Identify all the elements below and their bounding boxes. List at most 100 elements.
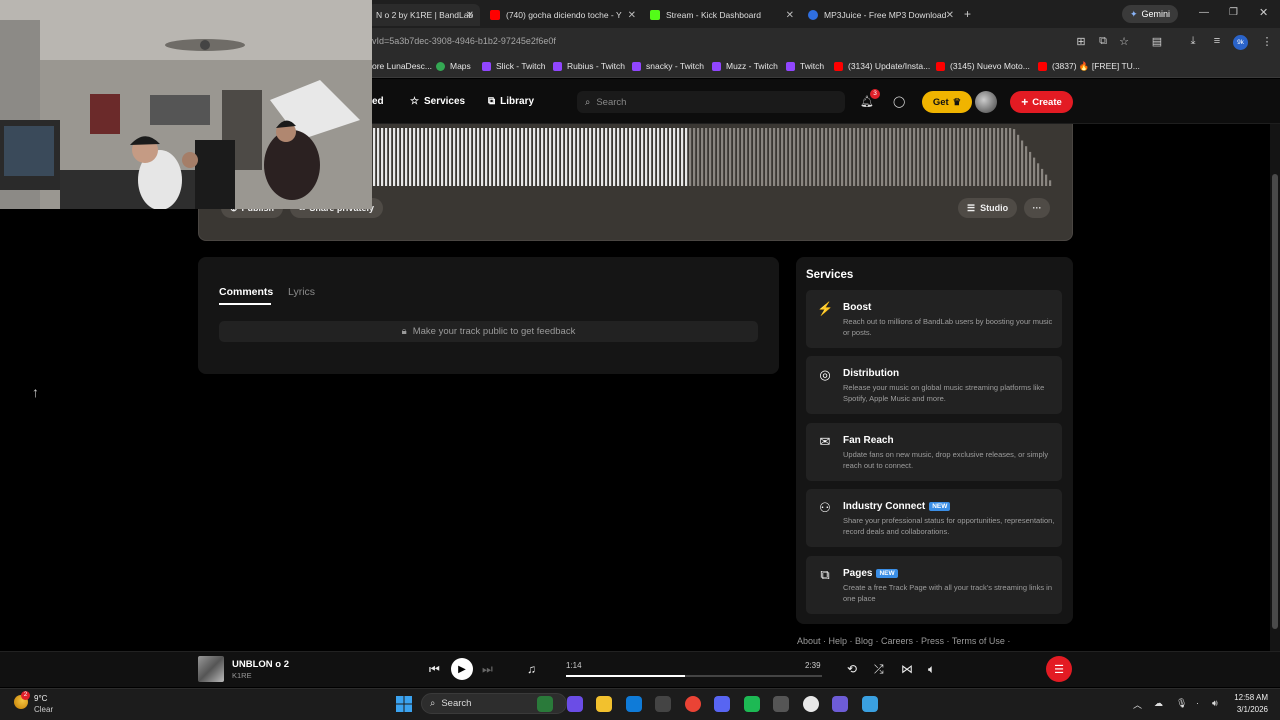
obs-icon[interactable] xyxy=(832,696,848,712)
nav-feed[interactable]: ed xyxy=(372,96,384,107)
edge-icon[interactable] xyxy=(625,696,642,712)
bookmark-item[interactable]: snacky - Twitch xyxy=(632,61,704,71)
bookmark-item[interactable]: (3837) 🔥 [FREE] TU... xyxy=(1038,61,1140,72)
microphone-icon[interactable]: 🎙︎ xyxy=(1176,698,1187,709)
chrome-icon[interactable] xyxy=(684,696,701,712)
bookmark-item[interactable]: Muzz - Twitch xyxy=(712,61,778,71)
player-artist[interactable]: K1RE xyxy=(232,671,252,680)
service-pages[interactable]: ⧉ Pages NEW Create a free Track Page with… xyxy=(806,556,1062,614)
tab-lyrics[interactable]: Lyrics xyxy=(288,286,315,298)
media-icon[interactable]: ≡ xyxy=(1210,35,1224,47)
speed-icon[interactable]: ⋈ xyxy=(901,662,913,676)
download-icon[interactable]: ⤓ xyxy=(1186,35,1200,48)
close-icon[interactable]: ✕ xyxy=(946,10,954,21)
bookmark-item[interactable]: Maps xyxy=(436,61,471,71)
get-membership-button[interactable]: Get ♛ xyxy=(922,91,972,113)
waveform-bar xyxy=(929,128,932,186)
search-input[interactable]: ⌕ Search xyxy=(577,91,845,113)
track-cover[interactable] xyxy=(198,656,224,682)
next-icon[interactable]: ⏭︎ xyxy=(482,662,493,677)
service-fan-reach[interactable]: ✉ Fan Reach Update fans on new music, dr… xyxy=(806,423,1062,481)
tab-mp3juice[interactable]: MP3Juice - Free MP3 Download ✕ xyxy=(800,4,960,26)
close-icon[interactable]: ✕ xyxy=(628,10,636,21)
store-icon[interactable] xyxy=(655,696,671,712)
bookmark-item[interactable]: (3134) Update/Insta... xyxy=(834,61,930,71)
tab-comments[interactable]: Comments xyxy=(219,286,273,298)
repeat-icon[interactable]: ⟲ xyxy=(847,662,857,676)
spotify-icon[interactable] xyxy=(743,696,760,712)
service-title: Distribution xyxy=(843,368,899,379)
gemini-button[interactable]: ✦ Gemini xyxy=(1122,5,1179,23)
translate-icon[interactable]: ⊞ xyxy=(1074,35,1088,48)
player-track-title[interactable]: UNBLON o 2 xyxy=(232,659,289,670)
new-tab-icon[interactable]: + xyxy=(964,7,971,21)
side-panel-icon[interactable]: ▤ xyxy=(1150,35,1164,48)
chrome-active-icon[interactable] xyxy=(802,696,819,712)
previous-icon[interactable]: ⏮︎ xyxy=(429,662,440,677)
menu-icon[interactable]: ⋮ xyxy=(1260,35,1274,48)
arrow-up-icon[interactable]: ↑ xyxy=(32,384,39,400)
profile-avatar[interactable]: 9k xyxy=(1233,35,1248,50)
waveform-bar xyxy=(593,128,596,186)
app-icon[interactable] xyxy=(773,696,789,712)
service-industry-connect[interactable]: ⚇ Industry Connect NEW Share your profess… xyxy=(806,489,1062,547)
footer-links[interactable]: About · Help · Blog · Careers · Press · … xyxy=(797,636,1010,646)
studio-button[interactable]: ☰ Studio xyxy=(958,198,1018,218)
copilot-icon[interactable] xyxy=(566,696,583,712)
close-icon[interactable]: ✕ xyxy=(466,10,474,21)
bookmark-item[interactable]: Twitch xyxy=(786,61,824,71)
play-button[interactable]: ▶︎ xyxy=(451,658,473,680)
weather-temp[interactable]: 9°C xyxy=(34,694,47,703)
restore-icon[interactable]: ❐ xyxy=(1229,7,1238,18)
service-boost[interactable]: ⚡ Boost Reach out to millions of BandLab… xyxy=(806,290,1062,348)
volume-icon[interactable]: 🔈︎ xyxy=(928,662,935,677)
service-desc: Reach out to millions of BandLab users b… xyxy=(843,317,1053,337)
clock-date[interactable]: 3/1/2026 xyxy=(1232,705,1268,714)
discord-icon[interactable] xyxy=(714,696,730,712)
waveform-bar xyxy=(721,128,724,186)
url-field[interactable]: vId=5a3b7dec-3908-4946-b1b2-97245e2f6e0f xyxy=(372,36,556,46)
queue-button[interactable]: ☰ xyxy=(1046,656,1072,682)
install-icon[interactable]: ⧉ xyxy=(1096,35,1110,48)
nav-services[interactable]: ☆ Services xyxy=(410,96,465,107)
close-icon[interactable]: ✕ xyxy=(786,10,794,21)
speaker-icon[interactable]: 🔊︎ xyxy=(1212,698,1218,709)
bookmark-item[interactable]: (3145) Nuevo Moto... xyxy=(936,61,1030,71)
shuffle-icon[interactable]: ⤮ xyxy=(874,662,884,677)
waveform-bar xyxy=(817,128,820,186)
bookmark-label: Twitch xyxy=(800,61,825,71)
waveform-bar xyxy=(893,128,896,186)
widgets-icon[interactable] xyxy=(537,696,553,712)
bookmark-item[interactable]: ore LunaDesc... xyxy=(372,61,432,71)
clock-time[interactable]: 12:58 AM xyxy=(1232,693,1268,702)
waveform-bar xyxy=(961,128,964,186)
create-button[interactable]: + Create xyxy=(1010,91,1073,113)
window-close-icon[interactable]: ✕ xyxy=(1259,6,1268,19)
bookmark-item[interactable]: Rubius - Twitch xyxy=(553,61,625,71)
file-explorer-icon[interactable] xyxy=(596,696,612,712)
scrollbar-thumb[interactable] xyxy=(1272,174,1278,629)
service-desc: Share your professional status for oppor… xyxy=(843,516,1055,536)
chevron-up-icon[interactable]: ︿ xyxy=(1133,698,1142,711)
chat-icon[interactable]: ◯ xyxy=(893,95,905,108)
services-title: Services xyxy=(806,269,854,281)
tab-kick[interactable]: Stream - Kick Dashboard ✕ xyxy=(642,4,800,26)
queue-list-icon[interactable]: ♫ xyxy=(527,662,536,676)
app-icon[interactable] xyxy=(861,696,878,712)
waveform-bar xyxy=(453,128,456,186)
service-distribution[interactable]: ◎ Distribution Release your music on glo… xyxy=(806,356,1062,414)
waveform-bar xyxy=(693,128,696,186)
cloud-icon[interactable]: ☁ xyxy=(1154,698,1163,709)
avatar[interactable] xyxy=(975,91,997,113)
weather-condition[interactable]: Clear xyxy=(34,705,53,714)
tab-youtube[interactable]: (740) gocha diciendo toche - Y ✕ xyxy=(482,4,642,26)
tab-bandlab[interactable]: N o 2 by K1RE | BandLab ✕ xyxy=(368,4,480,26)
windows-start-icon[interactable] xyxy=(396,696,412,712)
minimize-icon[interactable]: — xyxy=(1199,7,1209,18)
bookmark-label: snacky - Twitch xyxy=(646,61,704,71)
bookmark-star-icon[interactable]: ☆ xyxy=(1117,35,1131,48)
nav-library[interactable]: ⧉ Library xyxy=(488,96,534,107)
waveform[interactable] xyxy=(373,126,1053,186)
bookmark-item[interactable]: Slick - Twitch xyxy=(482,61,545,71)
more-options-button[interactable]: ··· xyxy=(1024,198,1050,218)
